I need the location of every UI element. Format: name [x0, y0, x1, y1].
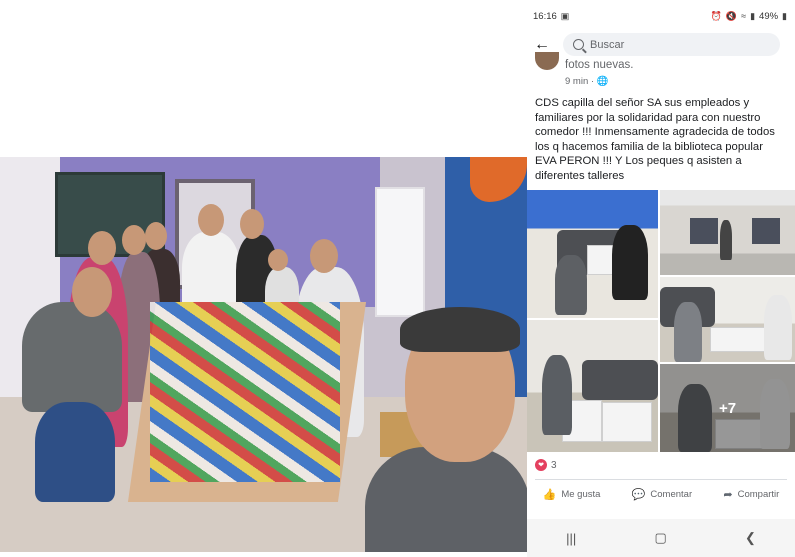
photo-thumbnail-more[interactable]: +7 [660, 364, 795, 452]
search-header: ← Buscar [527, 32, 795, 58]
photo-thumbnail[interactable] [660, 277, 795, 362]
post-subtitle: fotos nuevas. [565, 59, 634, 71]
person [720, 220, 732, 260]
home-icon[interactable]: ▢ [654, 530, 666, 546]
avatar[interactable] [535, 52, 559, 70]
photo-thumbnail[interactable] [660, 190, 795, 275]
more-photos-count: +7 [718, 399, 737, 417]
photo-grid: +7 [527, 190, 795, 452]
globe-icon: 🌐 [596, 76, 609, 87]
person [764, 295, 792, 360]
person-jeans [35, 402, 115, 502]
more-photos-overlay: +7 [660, 364, 795, 452]
group-photo [0, 157, 527, 552]
person-head [72, 267, 112, 317]
signal-icon: ▮ [750, 10, 756, 21]
reaction-summary[interactable]: ❤ 3 [535, 459, 557, 471]
reaction-count: 3 [551, 459, 557, 471]
comment-button[interactable]: 💬 Comentar [632, 488, 692, 501]
search-placeholder: Buscar [590, 38, 625, 51]
share-arrow-icon: ➦ [723, 488, 733, 501]
selfie-person-hair [400, 307, 520, 352]
back-nav-icon[interactable]: ❮ [745, 530, 756, 546]
status-bar: 16:16 ▣ ⏰ 🔇 ≈ ▮ 49% ▮ [527, 0, 795, 32]
heart-icon: ❤ [535, 459, 547, 471]
person [612, 225, 648, 300]
person [542, 355, 572, 435]
search-input[interactable]: Buscar [563, 33, 780, 56]
speech-bubble-icon: 💬 [631, 488, 646, 501]
search-icon [573, 39, 584, 50]
person-head [198, 204, 224, 236]
person [22, 302, 122, 412]
person-head [310, 239, 338, 273]
post-timestamp[interactable]: 9 min · 🌐 [565, 76, 609, 87]
status-time: 16:16 [533, 10, 557, 22]
divider [535, 479, 787, 480]
selfie-person-body [365, 447, 527, 552]
photo-thumbnail[interactable] [527, 190, 658, 318]
share-button[interactable]: ➦ Compartir [723, 488, 779, 501]
post-text: CDS capilla del señor SA sus empleados y… [535, 97, 775, 182]
window [375, 187, 425, 317]
box [602, 402, 652, 442]
person-head [88, 231, 116, 265]
battery-icon: ▮ [782, 10, 787, 21]
photo-thumbnail[interactable] [527, 320, 658, 452]
person-head [240, 209, 264, 239]
like-button[interactable]: 👍 Me gusta [543, 488, 601, 501]
android-nav-bar: ||| ▢ ❮ [527, 519, 795, 557]
thumbs-up-icon: 👍 [542, 488, 557, 501]
food-donations [150, 302, 340, 482]
person-head [268, 249, 288, 271]
post-time-text: 9 min [565, 76, 589, 87]
comment-label: Comentar [650, 488, 693, 500]
window [752, 218, 780, 244]
alarm-icon: ⏰ [710, 10, 722, 21]
post-header: fotos nuevas. 9 min · 🌐 [527, 52, 795, 88]
window [690, 218, 718, 244]
battery-level: 49% [759, 10, 779, 22]
share-label: Compartir [737, 488, 780, 500]
truck [582, 360, 658, 400]
like-label: Me gusta [561, 488, 601, 500]
person-head [122, 225, 146, 255]
post-actions: 👍 Me gusta 💬 Comentar ➦ Compartir [527, 483, 795, 505]
gallery-icon: ▣ [560, 10, 570, 21]
person [674, 302, 702, 362]
person-head [145, 222, 167, 250]
box [710, 327, 765, 352]
wifi-icon: ≈ [741, 11, 747, 21]
recents-icon[interactable]: ||| [566, 531, 576, 546]
person [555, 255, 587, 315]
facebook-post-screen: 16:16 ▣ ⏰ 🔇 ≈ ▮ 49% ▮ ← Buscar fotos nue… [527, 0, 795, 557]
mute-icon: 🔇 [725, 10, 738, 21]
